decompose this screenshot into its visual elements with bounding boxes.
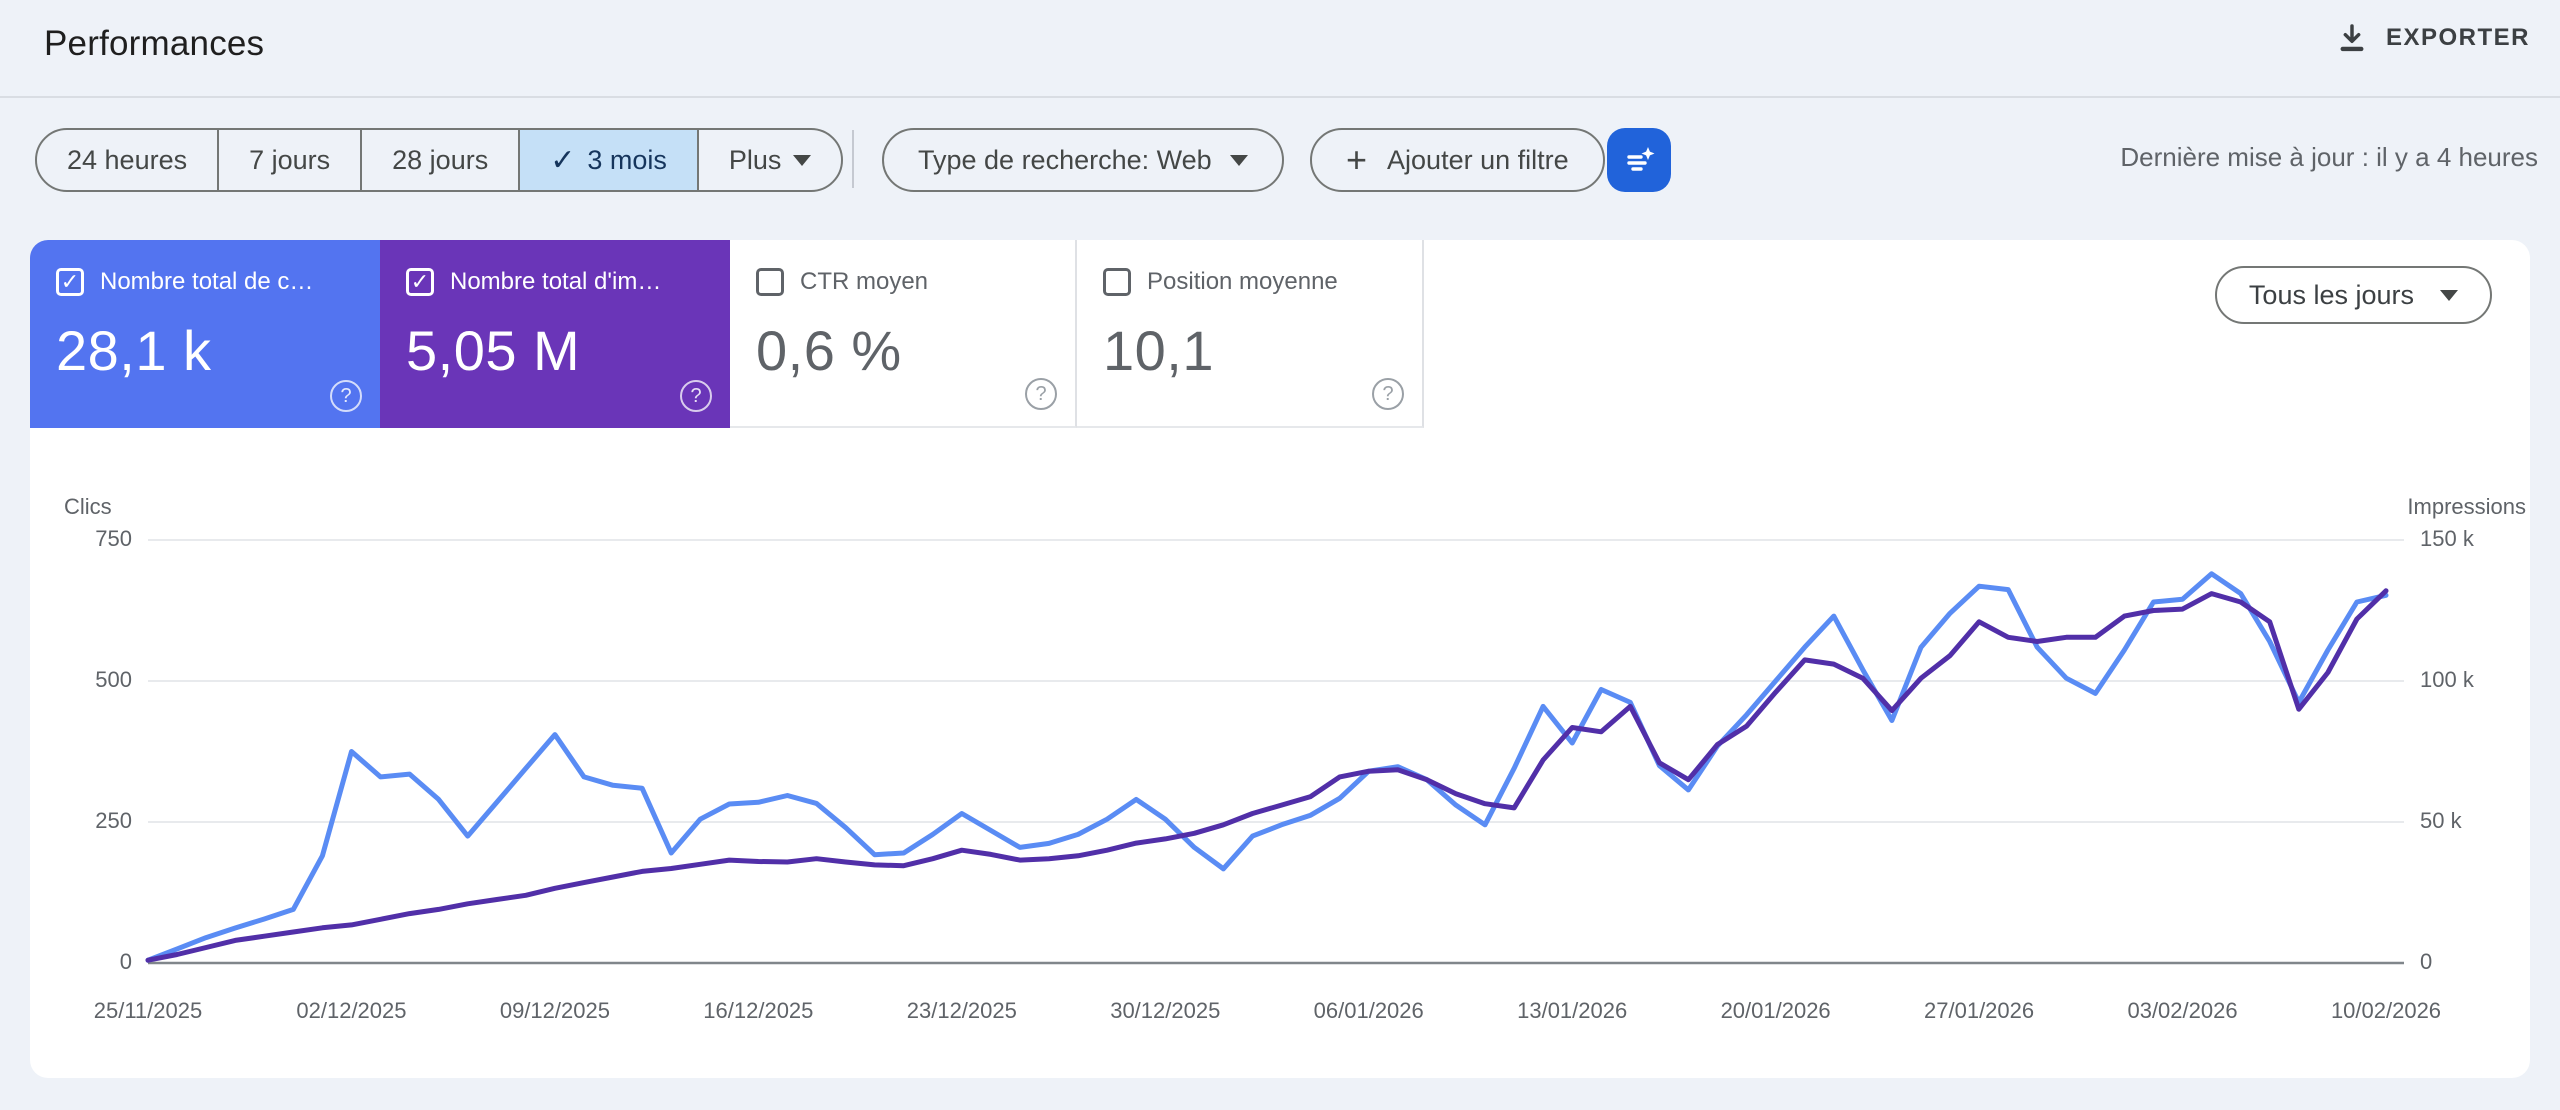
x-axis-tick: 27/01/2026 xyxy=(1924,998,2035,1023)
x-axis-tick: 30/12/2025 xyxy=(1110,998,1221,1023)
help-icon[interactable]: ? xyxy=(680,380,712,412)
left-axis-title: Clics xyxy=(64,494,112,519)
x-axis-tick: 20/01/2026 xyxy=(1720,998,1831,1023)
export-label: EXPORTER xyxy=(2385,24,2530,51)
check-icon: ✓ xyxy=(550,143,576,177)
left-axis-tick: 0 xyxy=(119,949,132,974)
granularity-label: Tous les jours xyxy=(2248,279,2414,310)
add-filter-button[interactable]: + Ajouter un filtre xyxy=(1310,128,1605,192)
page-header: Performances EXPORTER xyxy=(0,0,2560,98)
x-axis-tick: 09/12/2025 xyxy=(499,998,610,1023)
filter-toolbar: 24 heures 7 jours 28 jours ✓ 3 mois Plus Type… xyxy=(0,98,2560,208)
x-axis-tick: 10/02/2026 xyxy=(2330,998,2442,1023)
chevron-down-icon xyxy=(1230,154,1248,166)
help-icon[interactable]: ? xyxy=(1025,378,1057,410)
date-range-label: 7 jours xyxy=(249,144,331,175)
search-type-label: Type de recherche: Web xyxy=(918,144,1212,175)
x-axis-tick: 03/02/2026 xyxy=(2127,998,2238,1023)
checked-checkbox-icon[interactable]: ✓ xyxy=(406,268,434,296)
checked-checkbox-icon[interactable]: ✓ xyxy=(56,268,84,296)
right-axis-tick: 0 xyxy=(2420,949,2433,974)
x-axis-tick: 16/12/2025 xyxy=(703,998,814,1023)
metric-value: 0,6 % xyxy=(756,319,902,382)
performance-card: ✓ Nombre total de c… 28,1 k? ✓ Nombre total … xyxy=(30,240,2530,1078)
last-update-text: Dernière mise à jour : il y a 4 heures xyxy=(2120,142,2538,172)
metric-label: Nombre total d'im… xyxy=(450,268,662,295)
x-axis-tick: 02/12/2025 xyxy=(296,998,407,1023)
metric-tile-2[interactable]: CTR moyen 0,6 %? xyxy=(730,240,1077,428)
chevron-down-icon xyxy=(793,154,812,166)
search-type-dropdown[interactable]: Type de recherche: Web xyxy=(882,128,1284,192)
metric-label: CTR moyen xyxy=(800,268,929,295)
x-axis-tick: 25/11/2025 xyxy=(93,998,203,1023)
right-axis-title: Impressions xyxy=(2407,494,2526,519)
date-range-3-mois[interactable]: ✓ 3 mois xyxy=(520,130,699,190)
date-range-plus[interactable]: Plus xyxy=(699,130,842,190)
date-range-label: Plus xyxy=(728,144,782,175)
x-axis-tick: 13/01/2026 xyxy=(1517,998,1628,1023)
date-range-24-heures[interactable]: 24 heures xyxy=(37,130,220,190)
toolbar-divider xyxy=(852,130,854,188)
plus-icon: + xyxy=(1346,139,1368,180)
filter-sparkle-icon xyxy=(1619,140,1659,180)
date-range-label: 28 jours xyxy=(392,144,489,175)
left-axis-tick: 750 xyxy=(95,526,132,551)
download-icon xyxy=(2336,22,2368,54)
metric-value: 10,1 xyxy=(1103,319,1214,382)
metric-value: 28,1 k xyxy=(56,319,212,382)
x-axis-tick: 23/12/2025 xyxy=(906,998,1017,1023)
chevron-down-icon xyxy=(2440,289,2458,301)
left-axis-tick: 500 xyxy=(95,667,132,692)
granularity-dropdown[interactable]: Tous les jours xyxy=(2214,266,2492,324)
metric-tile-3[interactable]: Position moyenne 10,1? xyxy=(1077,240,1424,428)
date-range-28-jours[interactable]: 28 jours xyxy=(362,130,521,190)
date-range-label: 3 mois xyxy=(587,144,667,175)
right-axis-tick: 150 k xyxy=(2420,526,2474,551)
metric-label: Position moyenne xyxy=(1147,268,1338,295)
metric-tiles: ✓ Nombre total de c… 28,1 k? ✓ Nombre total … xyxy=(30,240,1424,428)
metric-label: Nombre total de c… xyxy=(100,268,314,295)
date-range-selector: 24 heures 7 jours 28 jours ✓ 3 mois Plus xyxy=(35,128,844,192)
add-filter-label: Ajouter un filtre xyxy=(1387,144,1569,175)
right-axis-tick: 50 k xyxy=(2420,808,2462,833)
x-axis-tick: 06/01/2026 xyxy=(1313,998,1424,1023)
unchecked-checkbox-icon[interactable] xyxy=(1103,268,1131,296)
help-icon[interactable]: ? xyxy=(1372,378,1404,410)
date-range-label: 24 heures xyxy=(67,144,188,175)
metric-tile-1[interactable]: ✓ Nombre total d'im… 5,05 M? xyxy=(380,240,730,428)
page-title: Performances xyxy=(44,24,265,63)
metric-value: 5,05 M xyxy=(406,319,581,382)
left-axis-tick: 250 xyxy=(95,808,132,833)
metric-tile-0[interactable]: ✓ Nombre total de c… 28,1 k? xyxy=(30,240,380,428)
unchecked-checkbox-icon[interactable] xyxy=(756,268,784,296)
smart-filter-button[interactable] xyxy=(1607,128,1671,192)
right-axis-tick: 100 k xyxy=(2420,667,2474,692)
date-range-7-jours[interactable]: 7 jours xyxy=(219,130,363,190)
export-button[interactable]: EXPORTER xyxy=(2336,12,2530,64)
help-icon[interactable]: ? xyxy=(330,380,362,412)
